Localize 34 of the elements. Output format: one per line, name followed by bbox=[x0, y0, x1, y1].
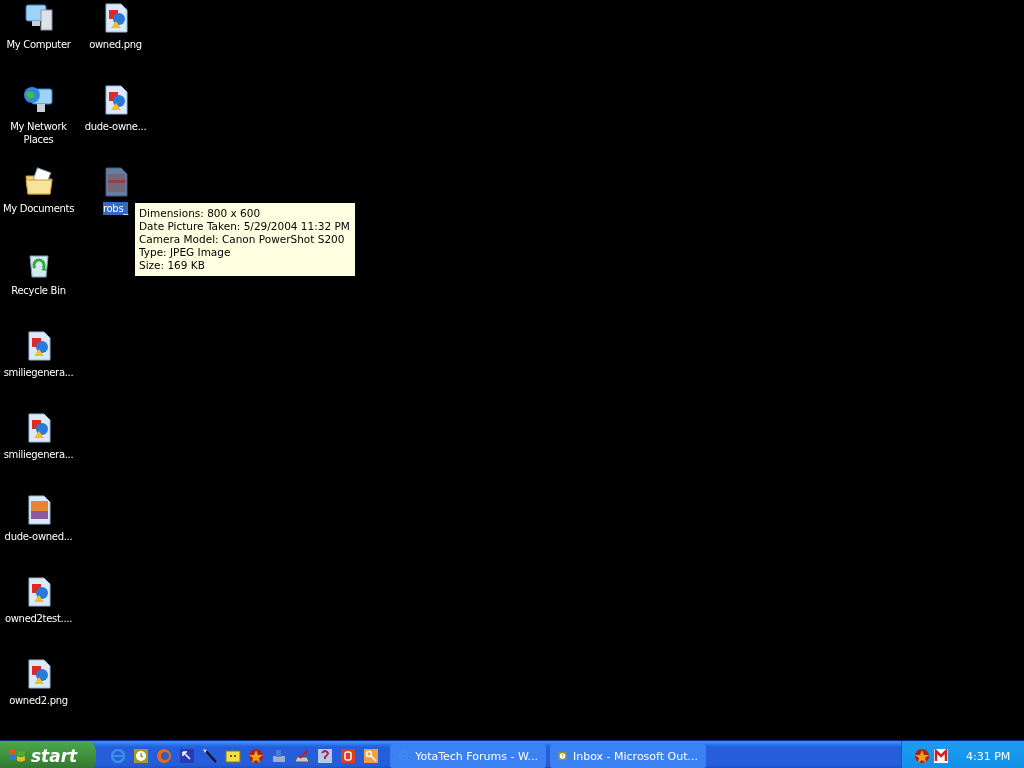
tooltip-text: Dimensions: 800 x 600 bbox=[139, 207, 262, 220]
computer-icon bbox=[22, 2, 55, 34]
taskbar-button[interactable]: YotaTech Forums - W... bbox=[390, 744, 546, 768]
printer-icon[interactable] bbox=[271, 748, 287, 764]
help-icon[interactable] bbox=[317, 748, 333, 764]
desktop-icon-label[interactable]: owned.png bbox=[89, 38, 142, 51]
desktop-icon-label[interactable]: Recycle Bin bbox=[11, 284, 66, 297]
scanner-icon[interactable] bbox=[294, 748, 310, 764]
tooltip-text: Type: JPEG Image bbox=[139, 246, 232, 259]
desktop-icon-label[interactable]: smiliegenera... bbox=[3, 448, 74, 461]
folder-icon[interactable] bbox=[225, 748, 241, 764]
desktop-icon-label[interactable]: My Computer bbox=[6, 38, 71, 51]
mail-letter-icon[interactable] bbox=[933, 748, 949, 764]
desktop-icon-label[interactable]: My Documents bbox=[2, 202, 75, 215]
power-icon[interactable] bbox=[340, 748, 356, 764]
desktop-icon-label[interactable]: owned2test.... bbox=[4, 612, 73, 625]
windows-flag-icon bbox=[8, 747, 26, 765]
star-badge-icon[interactable] bbox=[914, 748, 930, 764]
tooltip-text: Size: 169 KB bbox=[139, 259, 206, 272]
desktop-icon-label[interactable]: smiliegenera... bbox=[3, 366, 74, 379]
desktop-icon-label[interactable]: owned2.png bbox=[9, 694, 68, 707]
tooltip-text: Date Picture Taken: 5/29/2004 11:32 PM bbox=[139, 220, 350, 233]
desktop-icon-label[interactable]: dude-owned... bbox=[4, 530, 73, 543]
desktop-icon-label[interactable]: dude-owne... bbox=[84, 120, 147, 133]
clock-icon[interactable] bbox=[133, 748, 149, 764]
folder-icon bbox=[22, 166, 55, 198]
key-icon[interactable] bbox=[363, 748, 379, 764]
start-button[interactable]: start bbox=[0, 741, 96, 768]
desktop-icon-label[interactable]: My Network Places bbox=[0, 120, 77, 146]
taskbar-button[interactable]: Inbox - Microsoft Out... bbox=[550, 744, 706, 768]
tooltip-text: Camera Model: Canon PowerShot S200 bbox=[139, 233, 346, 246]
wand-icon[interactable] bbox=[202, 748, 218, 764]
star-badge-icon[interactable] bbox=[248, 748, 264, 764]
clock: 4:31 PM bbox=[966, 749, 1011, 763]
